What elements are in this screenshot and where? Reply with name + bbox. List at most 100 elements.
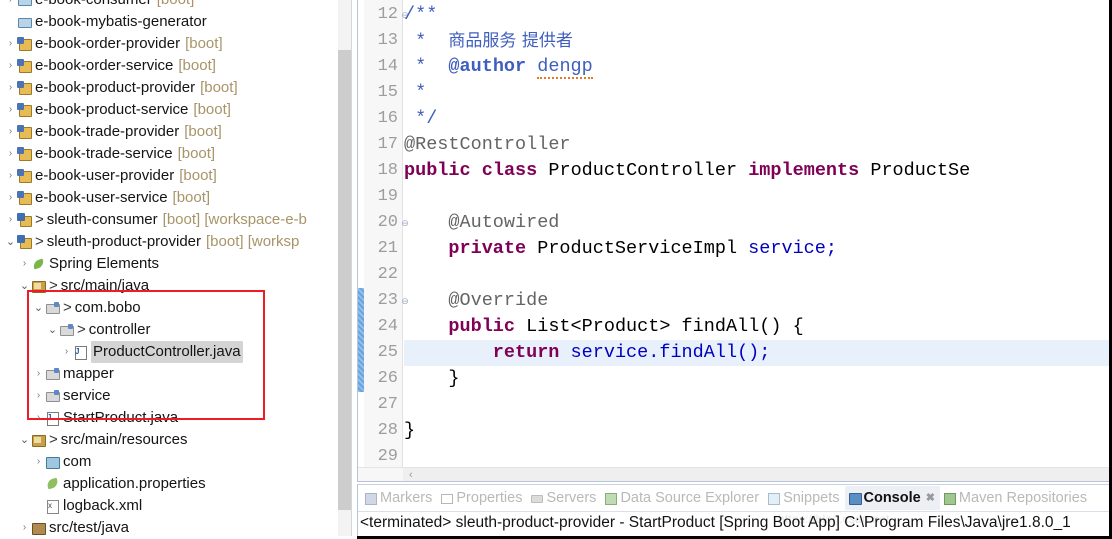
tab-markers[interactable]: Markers [361, 486, 437, 510]
line-number: 25 [377, 343, 398, 362]
tree-item-application-properties[interactable]: application.properties [0, 473, 338, 495]
tree-item-com[interactable]: › com [0, 451, 338, 473]
tree-item-e-book-user-provider[interactable]: › e-book-user-provider [boot] [0, 165, 338, 187]
tree-item-controller[interactable]: ⌄ > controller [0, 319, 338, 341]
tree-item-tag: [boot] [193, 101, 231, 118]
chevron-right-icon[interactable]: › [32, 363, 45, 385]
chevron-right-icon[interactable]: › [4, 209, 17, 231]
code-line[interactable]: } [404, 418, 415, 444]
chevron-right-icon[interactable]: › [60, 341, 73, 363]
properties-file-icon [45, 477, 60, 491]
tree-item-e-book-trade-provider[interactable]: › e-book-trade-provider [boot] [0, 121, 338, 143]
tree-item-sleuth-consumer[interactable]: › > sleuth-consumer [boot] [workspace-e-b [0, 209, 338, 231]
tree-item-src-main-java[interactable]: ⌄ > src/main/java [0, 275, 338, 297]
chevron-right-icon[interactable]: › [4, 0, 17, 11]
tree-item-spring-elements[interactable]: › Spring Elements [0, 253, 338, 275]
chevron-right-icon[interactable]: › [4, 55, 17, 77]
tree-item-label: controller [88, 321, 151, 338]
code-line[interactable]: /** [404, 2, 437, 28]
sidebar-scrollbar-thumb[interactable] [338, 50, 351, 510]
line-number: 24 [377, 317, 398, 336]
code-text-area[interactable]: /** * 商品服务 提供者 * @author dengp * */ @Rest… [404, 0, 1109, 468]
view-tab-bar[interactable]: Markers Properties Servers Data Source Expl… [358, 485, 1109, 510]
package-icon [45, 301, 60, 315]
chevron-right-icon[interactable]: › [4, 99, 17, 121]
tree-item-e-book-user-service[interactable]: › e-book-user-service [boot] [0, 187, 338, 209]
tree-item-tag: [boot] [200, 79, 238, 96]
package-explorer-panel[interactable]: ›e-book-consumer[boot]e-book-mybatis-gen… [0, 0, 355, 539]
tab-console[interactable]: Console ✖ [844, 485, 940, 510]
chevron-right-icon[interactable]: › [32, 385, 45, 407]
tree-item-mapper[interactable]: › mapper [0, 363, 338, 385]
tree-item-logback-xml[interactable]: logback.xml [0, 495, 338, 517]
chevron-right-icon[interactable]: › [4, 121, 17, 143]
project-tree[interactable]: ›e-book-consumer[boot]e-book-mybatis-gen… [0, 0, 338, 539]
tree-item-tag: [boot] [152, 0, 195, 11]
tree-item-arrow: > [63, 299, 72, 316]
tree-item-e-book-trade-service[interactable]: › e-book-trade-service [boot] [0, 143, 338, 165]
code-line[interactable]: */ [404, 106, 437, 132]
chevron-right-icon[interactable]: › [18, 253, 31, 275]
code-line[interactable]: @Override [448, 288, 548, 314]
tree-item-productcontroller-java[interactable]: › ProductController.java [0, 341, 338, 363]
chevron-down-icon[interactable]: ⌄ [46, 319, 59, 341]
code-line[interactable]: @Autowired [448, 210, 559, 236]
console-output[interactable]: https://blog.csdn.net <terminated> sleut… [358, 511, 1109, 539]
code-line[interactable]: return service.findAll(); [493, 340, 771, 366]
editor-horizontal-scrollbar[interactable]: ‹ [358, 467, 1109, 481]
code-line[interactable]: } [448, 366, 459, 392]
chevron-right-icon[interactable]: › [32, 451, 45, 473]
tree-item-e-book-product-provider[interactable]: › e-book-product-provider [boot] [0, 77, 338, 99]
tree-item-arrow: > [35, 233, 44, 250]
chevron-down-icon[interactable]: ⌄ [4, 231, 17, 253]
tree-item-e-book-order-provider[interactable]: › e-book-order-provider [boot] [0, 33, 338, 55]
tab-label: Properties [456, 489, 523, 506]
chevron-down-icon[interactable]: ⌄ [32, 297, 45, 319]
keyword-return-token: return [492, 342, 560, 363]
chevron-right-icon[interactable]: › [4, 143, 17, 165]
chevron-right-icon[interactable]: › [4, 187, 17, 209]
editor-gutter[interactable]: 12 ⊖ 13 14 15 16 17 18 19 20 ⊖ 21 22 23 ⊖ 24 25 26 27 28 29 [358, 0, 409, 468]
tree-item-e-book-product-service[interactable]: › e-book-product-service [boot] [0, 99, 338, 121]
tree-item-arrow: > [77, 321, 86, 338]
chevron-right-icon[interactable]: › [4, 165, 17, 187]
tab-snippets[interactable]: Snippets [764, 486, 844, 510]
type-productservice-token: ProductSe [870, 160, 971, 181]
code-line[interactable]: @RestController [404, 132, 571, 158]
chevron-right-icon[interactable]: › [32, 407, 45, 429]
code-line[interactable]: private ProductServiceImpl service; [448, 236, 837, 262]
code-line[interactable]: * @author dengp [404, 54, 593, 80]
chevron-right-icon[interactable]: › [4, 33, 17, 55]
sidebar-vertical-scrollbar[interactable] [338, 0, 351, 539]
tree-item-com-bobo[interactable]: ⌄ > com.bobo [0, 297, 338, 319]
tree-item-e-book-consumer[interactable]: › e-book-consumer[boot] [0, 0, 338, 11]
bottom-view-panel[interactable]: Markers Properties Servers Data Source Expl… [357, 484, 1109, 539]
maven-icon [943, 492, 956, 505]
code-line[interactable]: * [404, 80, 426, 106]
tree-item-tag: [boot] [178, 57, 216, 74]
sidebar-editor-divider[interactable] [351, 0, 355, 539]
scroll-left-arrow-icon[interactable]: ‹ [409, 468, 413, 481]
chevron-down-icon[interactable]: ⌄ [18, 429, 31, 451]
tree-item-sleuth-product-provider[interactable]: ⌄ > sleuth-product-provider [boot] [worksp [0, 231, 338, 253]
tab-properties[interactable]: Properties [437, 486, 527, 510]
tree-item-startproduct-java[interactable]: › StartProduct.java [0, 407, 338, 429]
code-editor-pane[interactable]: 12 ⊖ 13 14 15 16 17 18 19 20 ⊖ 21 22 23 ⊖ 24 25 26 27 28 29 … [357, 0, 1109, 482]
close-icon[interactable]: ✖ [926, 491, 935, 504]
code-line[interactable]: public List<Product> findAll() { [448, 314, 803, 340]
code-line[interactable]: public class ProductController implement… [404, 158, 970, 184]
tab-maven-repositories[interactable]: Maven Repositories [940, 486, 1092, 510]
tree-item-label: com.bobo [74, 299, 141, 316]
line-number: 28 [377, 421, 398, 440]
tree-item-src-main-resources[interactable]: ⌄ > src/main/resources [0, 429, 338, 451]
tree-item-e-book-mybatis-generator[interactable]: e-book-mybatis-generator [0, 11, 338, 33]
tree-item-service[interactable]: › service [0, 385, 338, 407]
tree-item-e-book-order-service[interactable]: › e-book-order-service [boot] [0, 55, 338, 77]
tab-data-source-explorer[interactable]: Data Source Explorer [601, 486, 764, 510]
chevron-right-icon[interactable]: › [4, 77, 17, 99]
chevron-down-icon[interactable]: ⌄ [18, 275, 31, 297]
tab-servers[interactable]: Servers [527, 486, 601, 510]
line-number: 12 [377, 5, 398, 24]
code-line[interactable]: * 商品服务 提供者 [404, 28, 573, 54]
